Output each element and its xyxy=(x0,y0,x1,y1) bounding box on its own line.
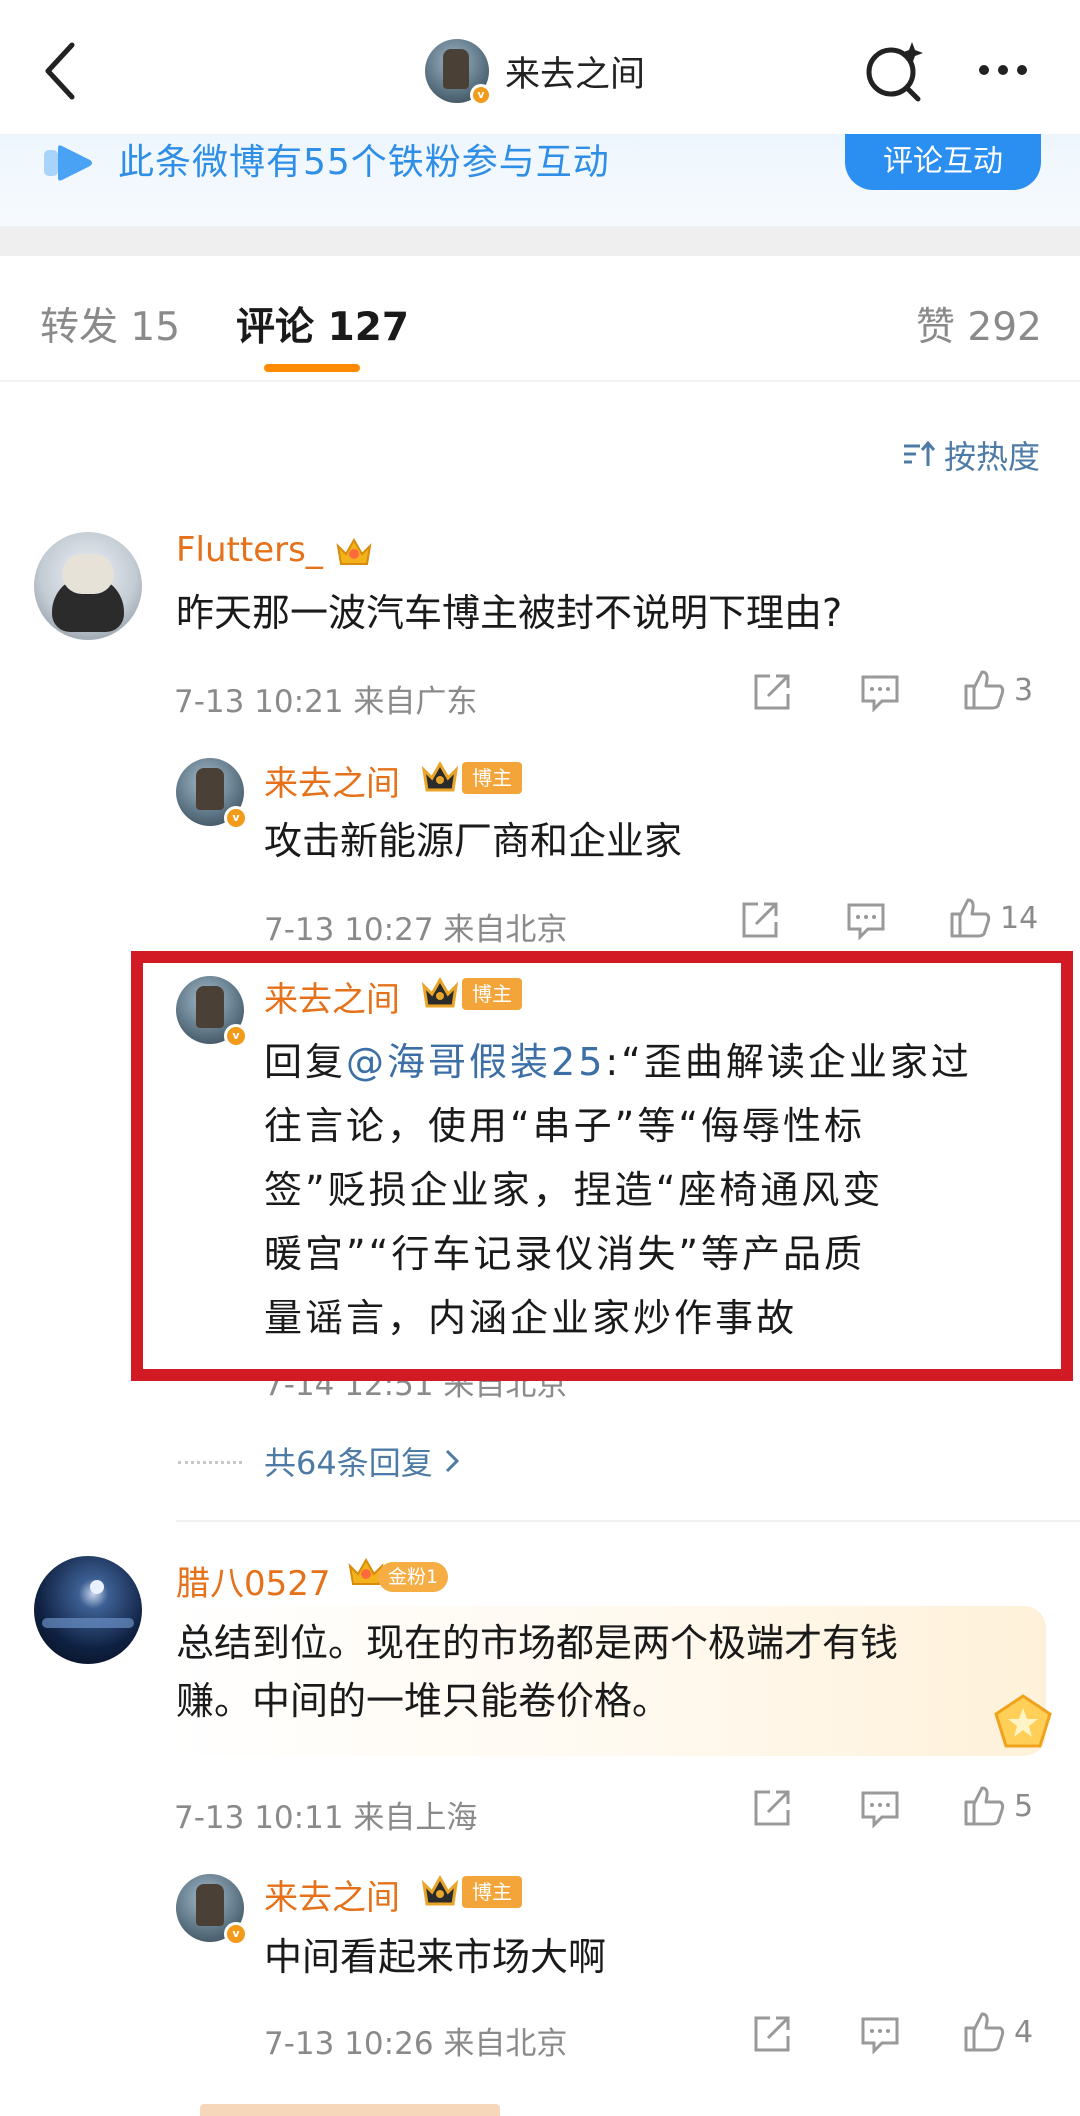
fans-icon xyxy=(44,145,92,181)
avatar[interactable] xyxy=(34,1556,142,1664)
like-count: 14 xyxy=(1000,900,1039,936)
avatar[interactable]: v xyxy=(176,1874,248,1946)
share-icon xyxy=(754,1790,790,1826)
comment-icon xyxy=(861,675,899,712)
share-icon xyxy=(742,902,778,938)
sort-icon xyxy=(904,440,936,466)
reply-username[interactable]: 来去之间 xyxy=(264,756,400,805)
comment-meta: 7-13 10:21 来自广东 xyxy=(174,684,478,720)
divider xyxy=(0,226,1080,256)
like-button[interactable]: 4 xyxy=(962,2010,1033,2054)
star-badge-icon xyxy=(994,1694,1052,1748)
comment-text: 总结到位。现在的市场都是两个极端才有钱 赚。中间的一堆只能卷价格。 xyxy=(176,1621,899,1723)
blogger-tag: 博主 xyxy=(462,1876,522,1908)
reply-meta: 7-13 10:27 来自北京 xyxy=(264,912,568,948)
next-reply-peek xyxy=(200,2098,600,2116)
share-button[interactable] xyxy=(752,2014,794,2054)
avatar[interactable]: v xyxy=(176,758,248,830)
like-icon xyxy=(964,1786,1005,1826)
chevron-right-icon xyxy=(445,1449,459,1473)
comment-icon xyxy=(861,2017,899,2054)
active-tab-indicator xyxy=(264,364,360,372)
fans-interaction-banner: 此条微博有55个铁粉参与互动 评论互动 xyxy=(0,134,1080,226)
reply-text: 攻击新能源厂商和企业家 xyxy=(264,819,683,863)
tab-repost[interactable]: 转发 15 xyxy=(40,296,180,352)
reply-text: 中间看起来市场大啊 xyxy=(264,1935,607,1979)
reply-meta: 7-13 10:26 来自北京 xyxy=(264,2026,568,2062)
like-icon xyxy=(950,898,991,938)
like-icon xyxy=(964,2012,1005,2052)
avatar: v xyxy=(425,39,492,106)
like-button[interactable]: 3 xyxy=(962,668,1033,712)
crown-icon xyxy=(421,1874,459,1906)
more-button[interactable] xyxy=(968,40,1038,100)
share-button[interactable] xyxy=(740,900,782,940)
sort-button[interactable]: 按热度 xyxy=(902,432,1040,478)
like-count: 4 xyxy=(1014,2014,1034,2050)
like-count: 5 xyxy=(1014,1788,1034,1824)
view-replies-link[interactable]: 共64条回复 xyxy=(264,1438,461,1484)
header-title-area[interactable]: v 来去之间 xyxy=(425,36,645,106)
search-icon xyxy=(866,42,923,102)
verified-icon: v xyxy=(224,1922,248,1946)
share-button[interactable] xyxy=(752,1788,794,1828)
page-title: 来去之间 xyxy=(505,54,646,95)
tab-comments[interactable]: 评论 127 xyxy=(236,296,409,352)
divider xyxy=(176,1520,1080,1522)
reply-username[interactable]: 来去之间 xyxy=(264,1870,400,1919)
share-icon xyxy=(754,674,790,710)
like-icon xyxy=(964,670,1005,710)
comment-text: 昨天那一波汽车博主被封不说明下理由? xyxy=(176,591,843,635)
crown-icon xyxy=(336,537,372,565)
comment-interact-button[interactable]: 评论互动 xyxy=(845,134,1041,190)
divider xyxy=(178,1461,242,1464)
top-bar: v 来去之间 xyxy=(0,0,1080,134)
comment-button[interactable] xyxy=(846,902,886,940)
comment-meta: 7-13 10:11 来自上海 xyxy=(174,1800,478,1836)
like-button[interactable]: 5 xyxy=(962,1784,1033,1828)
like-button[interactable]: 14 xyxy=(948,896,1038,940)
comment-username[interactable]: Flutters_ xyxy=(176,530,374,570)
comment-button[interactable] xyxy=(860,2016,900,2054)
crown-icon xyxy=(421,760,459,792)
comment-icon xyxy=(847,903,885,940)
back-arrow-icon xyxy=(45,42,75,100)
comment-icon xyxy=(861,1791,899,1828)
comment-button[interactable] xyxy=(860,1790,900,1828)
gold-fan-tag: 金粉1 xyxy=(378,1562,449,1592)
comment-username[interactable]: 腊八0527 xyxy=(176,1556,331,1605)
tab-likes[interactable]: 赞 292 xyxy=(916,296,1042,352)
more-icon xyxy=(979,65,989,75)
highlight-box xyxy=(131,951,1073,1381)
tab-bar: 转发 15 评论 127 赞 292 xyxy=(0,256,1080,382)
banner-text: 此条微博有55个铁粉参与互动 xyxy=(118,142,610,183)
blogger-tag: 博主 xyxy=(462,762,522,794)
sort-label: 按热度 xyxy=(944,438,1041,476)
search-button[interactable] xyxy=(860,36,930,106)
avatar[interactable] xyxy=(34,532,142,640)
comment-button[interactable] xyxy=(860,674,900,712)
verified-icon: v xyxy=(224,806,248,830)
verified-icon: v xyxy=(470,84,492,106)
back-button[interactable] xyxy=(30,38,90,104)
share-icon xyxy=(754,2016,790,2052)
share-button[interactable] xyxy=(752,672,794,712)
like-count: 3 xyxy=(1014,672,1034,708)
